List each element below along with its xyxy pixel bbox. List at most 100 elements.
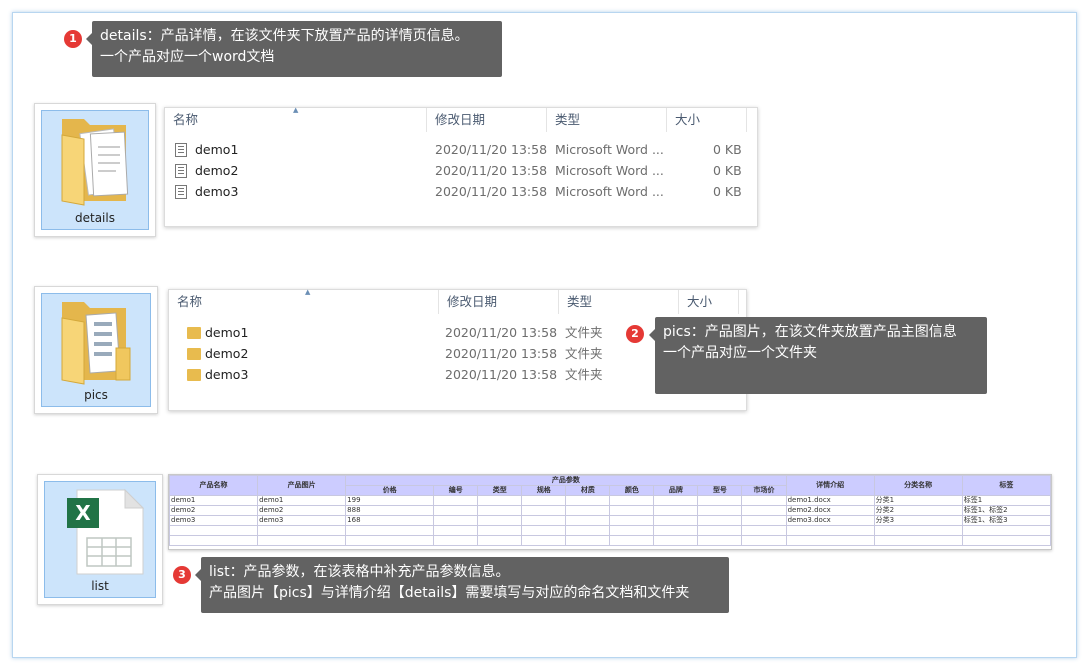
cell[interactable]: [609, 495, 655, 506]
cell[interactable]: [961, 535, 1051, 546]
details-folder-tile[interactable]: details: [34, 103, 156, 237]
col-header-detail[interactable]: 详情介绍: [785, 475, 875, 496]
cell[interactable]: demo1: [257, 495, 347, 506]
cell[interactable]: [565, 505, 611, 516]
cell[interactable]: [257, 525, 347, 536]
cell[interactable]: demo1: [169, 495, 259, 506]
cell[interactable]: [169, 535, 259, 546]
col-header-product-pic[interactable]: 产品图片: [257, 475, 347, 496]
cell[interactable]: demo3: [169, 515, 259, 526]
cell[interactable]: [697, 525, 743, 536]
col-header-product-params[interactable]: 产品参数: [345, 475, 787, 486]
cell[interactable]: [565, 535, 611, 546]
cell[interactable]: [565, 525, 611, 536]
cell[interactable]: 标签1、标签2: [961, 505, 1051, 516]
cell[interactable]: demo3: [257, 515, 347, 526]
cell[interactable]: [741, 505, 787, 516]
cell[interactable]: [477, 535, 523, 546]
cell[interactable]: 分类1: [873, 495, 963, 506]
cell[interactable]: [609, 515, 655, 526]
file-row[interactable]: demo1 2020/11/20 13:58 Microsoft Word ..…: [165, 140, 757, 160]
cell[interactable]: [873, 535, 963, 546]
col-header-tags[interactable]: 标签: [961, 475, 1051, 496]
cell[interactable]: [433, 495, 479, 506]
file-row[interactable]: demo3 2020/11/20 13:58 Microsoft Word ..…: [165, 182, 757, 202]
cell[interactable]: [521, 525, 567, 536]
col-header-price[interactable]: 价格: [345, 485, 435, 496]
column-header-name[interactable]: 名称: [169, 290, 439, 314]
cell[interactable]: 分类2: [873, 505, 963, 516]
cell[interactable]: [653, 495, 699, 506]
cell[interactable]: demo1.docx: [785, 495, 875, 506]
cell[interactable]: [433, 525, 479, 536]
column-header-type[interactable]: 类型: [547, 108, 667, 132]
cell[interactable]: [741, 535, 787, 546]
cell[interactable]: 199: [345, 495, 435, 506]
cell[interactable]: [521, 505, 567, 516]
cell[interactable]: [961, 525, 1051, 536]
cell[interactable]: [741, 525, 787, 536]
cell[interactable]: [609, 505, 655, 516]
column-header-date[interactable]: 修改日期: [439, 290, 559, 314]
cell[interactable]: [257, 535, 347, 546]
cell[interactable]: [521, 535, 567, 546]
column-header-size[interactable]: 大小: [679, 290, 739, 314]
col-header-spec[interactable]: 规格: [521, 485, 567, 496]
col-header-color[interactable]: 颜色: [609, 485, 655, 496]
cell[interactable]: [433, 505, 479, 516]
list-file-tile[interactable]: X list: [37, 474, 163, 605]
pics-folder-tile[interactable]: pics: [34, 286, 158, 414]
cell[interactable]: demo2.docx: [785, 505, 875, 516]
cell[interactable]: [873, 525, 963, 536]
cell[interactable]: [741, 495, 787, 506]
col-header-model[interactable]: 型号: [697, 485, 743, 496]
callout-details-line1: details：产品详情，在该文件夹下放置产品的详情页信息。: [100, 28, 469, 44]
col-header-type[interactable]: 类型: [477, 485, 523, 496]
column-header-date[interactable]: 修改日期: [427, 108, 547, 132]
col-header-material[interactable]: 材质: [565, 485, 611, 496]
cell[interactable]: 168: [345, 515, 435, 526]
cell[interactable]: [785, 525, 875, 536]
cell[interactable]: [565, 515, 611, 526]
cell[interactable]: demo2: [169, 505, 259, 516]
cell[interactable]: 分类3: [873, 515, 963, 526]
cell[interactable]: demo2: [257, 505, 347, 516]
cell[interactable]: 标签1: [961, 495, 1051, 506]
cell[interactable]: [697, 495, 743, 506]
cell[interactable]: [741, 515, 787, 526]
cell[interactable]: [653, 515, 699, 526]
cell[interactable]: [477, 515, 523, 526]
column-header-size[interactable]: 大小: [667, 108, 747, 132]
cell[interactable]: [565, 495, 611, 506]
file-row[interactable]: demo2 2020/11/20 13:58 Microsoft Word ..…: [165, 161, 757, 181]
cell[interactable]: demo3.docx: [785, 515, 875, 526]
cell[interactable]: [653, 505, 699, 516]
cell[interactable]: [433, 535, 479, 546]
cell[interactable]: 888: [345, 505, 435, 516]
cell[interactable]: [653, 525, 699, 536]
cell[interactable]: [345, 525, 435, 536]
cell[interactable]: [697, 535, 743, 546]
cell[interactable]: [785, 535, 875, 546]
col-header-code[interactable]: 编号: [433, 485, 479, 496]
cell[interactable]: [345, 535, 435, 546]
column-header-type[interactable]: 类型: [559, 290, 679, 314]
col-header-product-name[interactable]: 产品名称: [169, 475, 259, 496]
cell[interactable]: [521, 515, 567, 526]
cell[interactable]: [697, 505, 743, 516]
cell[interactable]: [609, 525, 655, 536]
cell[interactable]: [169, 525, 259, 536]
cell[interactable]: [477, 525, 523, 536]
col-header-market-price[interactable]: 市场价: [741, 485, 787, 496]
cell[interactable]: [697, 515, 743, 526]
cell[interactable]: [477, 505, 523, 516]
cell[interactable]: [609, 535, 655, 546]
col-header-brand[interactable]: 品牌: [653, 485, 699, 496]
cell[interactable]: [521, 495, 567, 506]
cell[interactable]: [477, 495, 523, 506]
col-header-category[interactable]: 分类名称: [873, 475, 963, 496]
cell[interactable]: [653, 535, 699, 546]
column-header-name[interactable]: 名称: [165, 108, 427, 132]
cell[interactable]: [433, 515, 479, 526]
cell[interactable]: 标签1、标签3: [961, 515, 1051, 526]
